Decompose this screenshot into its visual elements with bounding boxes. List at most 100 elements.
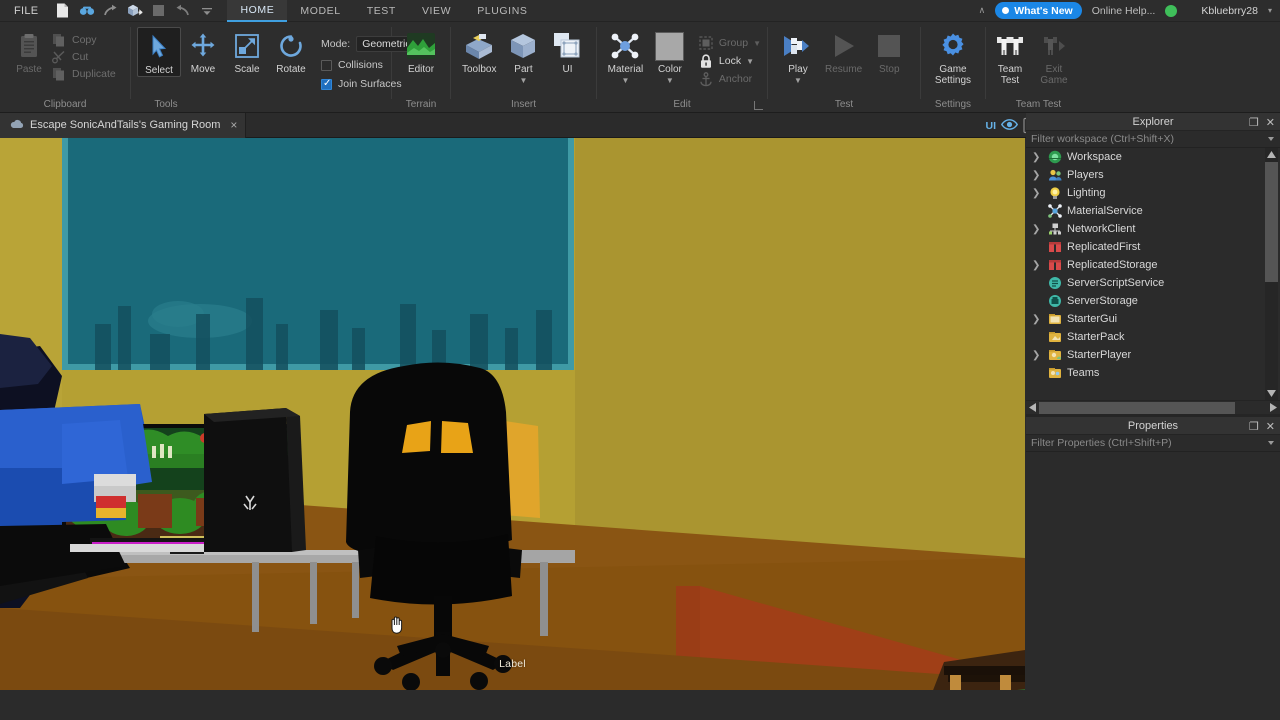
place-cloud-icon bbox=[10, 119, 24, 132]
properties-close-icon[interactable]: ✕ bbox=[1266, 420, 1275, 433]
scroll-down-arrow-icon[interactable] bbox=[1265, 387, 1278, 400]
terrain-editor-button[interactable]: Editor bbox=[399, 27, 443, 75]
expand-arrow-icon[interactable]: ❯ bbox=[1032, 350, 1046, 361]
color-button[interactable]: Color ▼ bbox=[648, 27, 692, 85]
explorer-tree[interactable]: ❯ Workspace ❯ Players ❯ Lighting Materia… bbox=[1026, 148, 1280, 400]
color-caret-icon[interactable]: ▼ bbox=[666, 76, 674, 85]
expand-arrow-icon[interactable]: ❯ bbox=[1032, 224, 1046, 235]
tab-plugins[interactable]: PLUGINS bbox=[464, 0, 540, 22]
presence-status-icon[interactable] bbox=[1165, 4, 1178, 17]
explorer-float-icon[interactable]: ❐ bbox=[1249, 116, 1259, 129]
collisions-checkbox[interactable] bbox=[321, 59, 332, 71]
redo-arrow-icon[interactable] bbox=[102, 2, 119, 19]
ribbon-group-test: Play ▼ Resume Stop Test bbox=[768, 22, 920, 113]
explorer-item-teams[interactable]: Teams bbox=[1026, 364, 1280, 382]
toolbox-button[interactable]: Toolbox bbox=[457, 27, 501, 75]
edit-dialog-launcher[interactable] bbox=[754, 101, 763, 110]
move-tool-button[interactable]: Move bbox=[181, 27, 225, 75]
scroll-up-arrow-icon[interactable] bbox=[1265, 148, 1278, 161]
file-menu-button[interactable]: FILE bbox=[0, 5, 50, 17]
collapse-ribbon-icon[interactable]: ∧ bbox=[979, 5, 986, 16]
online-help-link[interactable]: Online Help... bbox=[1092, 5, 1156, 17]
explorer-item-starterpack[interactable]: StarterPack bbox=[1026, 328, 1280, 346]
part-caret-icon[interactable]: ▼ bbox=[520, 76, 528, 85]
new-file-icon[interactable] bbox=[54, 2, 71, 19]
join-surfaces-checkbox[interactable] bbox=[321, 78, 332, 90]
play-button[interactable]: Play ▼ bbox=[776, 27, 820, 85]
group-label-tools: Tools bbox=[154, 99, 178, 110]
eye-icon[interactable] bbox=[1000, 117, 1019, 135]
whats-new-button[interactable]: What's New bbox=[995, 2, 1082, 19]
explorer-item-lighting[interactable]: ❯ Lighting bbox=[1026, 184, 1280, 202]
explorer-item-replicatedstorage[interactable]: ❯ ReplicatedStorage bbox=[1026, 256, 1280, 274]
duplicate-button[interactable]: Duplicate bbox=[52, 67, 116, 81]
expand-arrow-icon[interactable]: ❯ bbox=[1032, 170, 1046, 181]
expand-arrow-icon[interactable]: ❯ bbox=[1032, 260, 1046, 271]
game-settings-button[interactable]: Game Settings bbox=[930, 27, 976, 86]
find-icon[interactable] bbox=[78, 2, 95, 19]
expand-arrow-icon[interactable]: ❯ bbox=[1032, 152, 1046, 163]
customize-caret-icon[interactable] bbox=[198, 2, 215, 19]
tab-home[interactable]: HOME bbox=[227, 0, 288, 22]
username-label[interactable]: Kbluebrry28 bbox=[1187, 5, 1258, 17]
ui-button[interactable]: UI bbox=[545, 27, 589, 75]
close-place-tab-icon[interactable]: × bbox=[230, 118, 237, 132]
explorer-vertical-scrollbar[interactable] bbox=[1265, 148, 1278, 400]
select-tool-button[interactable]: Select bbox=[137, 27, 181, 77]
explorer-item-starterplayer[interactable]: ❯ StarterPlayer bbox=[1026, 346, 1280, 364]
properties-filter-caret-icon[interactable] bbox=[1268, 441, 1274, 445]
material-button[interactable]: Material ▼ bbox=[603, 27, 648, 85]
cut-button[interactable]: Cut bbox=[52, 50, 116, 64]
explorer-scroll-thumb[interactable] bbox=[1265, 162, 1278, 282]
explorer-item-serverscriptservice[interactable]: ServerScriptService bbox=[1026, 274, 1280, 292]
resume-button[interactable]: Resume bbox=[820, 27, 867, 75]
explorer-filter-caret-icon[interactable] bbox=[1268, 137, 1274, 141]
tab-model[interactable]: MODEL bbox=[287, 0, 353, 22]
lighting-icon bbox=[1046, 185, 1064, 201]
properties-float-icon[interactable]: ❐ bbox=[1249, 420, 1259, 433]
username-caret-icon[interactable]: ▾ bbox=[1268, 6, 1272, 15]
explorer-item-networkclient[interactable]: ❯ NetworkClient bbox=[1026, 220, 1280, 238]
material-caret-icon[interactable]: ▼ bbox=[621, 76, 629, 85]
expand-arrow-icon[interactable]: ❯ bbox=[1032, 188, 1046, 199]
scroll-right-arrow-icon[interactable] bbox=[1267, 401, 1280, 414]
explorer-item-workspace[interactable]: ❯ Workspace bbox=[1026, 148, 1280, 166]
explorer-item-replicatedfirst[interactable]: ReplicatedFirst bbox=[1026, 238, 1280, 256]
place-tab[interactable]: Escape SonicAndTails's Gaming Room × bbox=[0, 112, 247, 138]
expand-arrow-icon[interactable]: ❯ bbox=[1032, 314, 1046, 325]
lock-caret-icon[interactable]: ▼ bbox=[746, 57, 754, 66]
part-button[interactable]: Part ▼ bbox=[501, 27, 545, 85]
ui-toggle-label: UI bbox=[985, 119, 997, 132]
scroll-left-arrow-icon[interactable] bbox=[1026, 401, 1039, 414]
properties-body[interactable] bbox=[1026, 452, 1280, 712]
scale-tool-button[interactable]: Scale bbox=[225, 27, 269, 75]
explorer-item-startergui[interactable]: ❯ StarterGui bbox=[1026, 310, 1280, 328]
lock-button[interactable]: Lock ▼ bbox=[698, 53, 761, 69]
group-button[interactable]: Group ▼ bbox=[698, 35, 761, 51]
anchor-button[interactable]: Anchor bbox=[698, 71, 761, 87]
exit-game-button[interactable]: Exit Game bbox=[1032, 27, 1076, 86]
insert-object-icon[interactable] bbox=[126, 2, 143, 19]
properties-filter-input[interactable]: Filter Properties (Ctrl+Shift+P) bbox=[1026, 435, 1280, 452]
team-test-button[interactable]: Team Test bbox=[988, 27, 1032, 86]
undo-icon[interactable] bbox=[174, 2, 191, 19]
explorer-hscroll-thumb[interactable] bbox=[1039, 402, 1235, 414]
explorer-item-players[interactable]: ❯ Players bbox=[1026, 166, 1280, 184]
stop-button[interactable]: Stop bbox=[867, 27, 911, 75]
ui-visibility-toggle[interactable]: UI bbox=[986, 113, 1019, 138]
tab-test[interactable]: TEST bbox=[354, 0, 409, 22]
copy-button[interactable]: Copy bbox=[52, 33, 116, 47]
explorer-item-materialservice[interactable]: MaterialService bbox=[1026, 202, 1280, 220]
tab-view[interactable]: VIEW bbox=[409, 0, 464, 22]
stop-square-icon bbox=[876, 31, 902, 61]
explorer-horizontal-scrollbar[interactable] bbox=[1026, 400, 1280, 414]
explorer-filter-input[interactable]: Filter workspace (Ctrl+Shift+X) bbox=[1026, 131, 1280, 148]
explorer-close-icon[interactable]: ✕ bbox=[1266, 116, 1275, 129]
viewport-3d[interactable]: Label bbox=[0, 138, 1025, 690]
group-caret-icon[interactable]: ▼ bbox=[753, 39, 761, 48]
paste-button[interactable]: Paste bbox=[8, 27, 50, 75]
ribbon-group-settings: Game Settings Settings bbox=[921, 22, 985, 113]
rotate-tool-button[interactable]: Rotate bbox=[269, 27, 313, 75]
explorer-item-serverstorage[interactable]: ServerStorage bbox=[1026, 292, 1280, 310]
play-caret-icon[interactable]: ▼ bbox=[794, 76, 802, 85]
